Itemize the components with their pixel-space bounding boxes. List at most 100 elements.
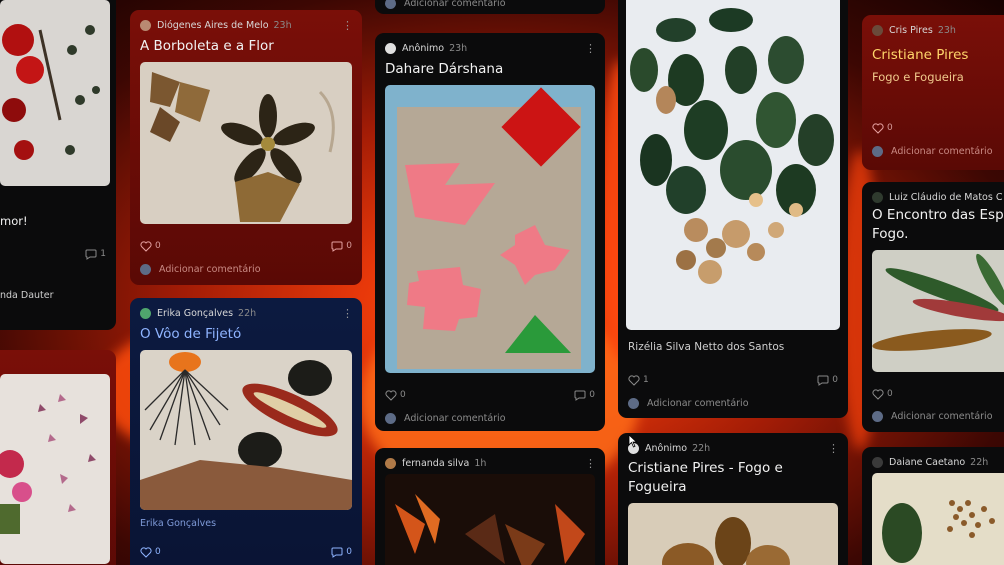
post-card[interactable]: Erika Gonçalves 22h ⋮ O Vôo de Fijetó Er… bbox=[130, 298, 362, 565]
comment-icon[interactable] bbox=[85, 249, 97, 260]
post-card[interactable]: Diógenes Aires de Melo 23h ⋮ A Borboleta… bbox=[130, 10, 362, 285]
post-card[interactable]: Anônimo 22h ⋮ Cristiane Pires - Fogo e F… bbox=[618, 433, 848, 565]
post-caption: Erika Gonçalves bbox=[140, 518, 217, 529]
add-comment-label[interactable]: Adicionar comentário bbox=[891, 146, 993, 157]
like-count: 0 bbox=[887, 389, 893, 399]
post-card[interactable]: fernanda silva 1h ⋮ bbox=[375, 448, 605, 565]
add-comment-label[interactable]: Adicionar comentário bbox=[159, 264, 261, 275]
post-stats: 0 bbox=[872, 386, 1004, 402]
post-card[interactable]: Luiz Cláudio de Matos C O Encontro das E… bbox=[862, 182, 1004, 432]
post-snippet: mor! bbox=[0, 214, 28, 228]
feather-leaf-artwork bbox=[140, 352, 352, 510]
author-name[interactable]: fernanda silva bbox=[402, 458, 469, 469]
post-time: 23h bbox=[273, 19, 292, 31]
add-comment-row[interactable]: Adicionar comentário bbox=[140, 261, 352, 277]
author-name[interactable]: Erika Gonçalves bbox=[157, 308, 233, 319]
add-comment-label[interactable]: Adicionar comentário bbox=[647, 398, 749, 409]
add-comment-label[interactable]: Adicionar comentário bbox=[404, 413, 506, 424]
post-image bbox=[626, 0, 840, 330]
flower-artwork bbox=[2, 24, 100, 160]
like-count: 0 bbox=[400, 390, 406, 400]
post-title: Cristiane Pires bbox=[872, 47, 969, 63]
avatar[interactable] bbox=[872, 24, 883, 36]
post-header: Diógenes Aires de Melo 23h ⋮ bbox=[140, 16, 353, 34]
comment-count: 1 bbox=[100, 249, 106, 259]
avatar[interactable] bbox=[140, 307, 151, 319]
author-name[interactable]: Daiane Caetano bbox=[889, 457, 965, 468]
author-name[interactable]: Diógenes Aires de Melo bbox=[157, 20, 269, 31]
post-subtitle: Fogo e Fogueira bbox=[872, 70, 964, 84]
avatar[interactable] bbox=[872, 456, 883, 468]
avatar bbox=[872, 145, 883, 157]
more-icon[interactable]: ⋮ bbox=[828, 442, 839, 455]
post-title: A Borboleta e a Flor bbox=[140, 38, 274, 54]
avatar bbox=[385, 412, 396, 424]
add-comment-row[interactable]: Adicionar comentário bbox=[872, 408, 1004, 424]
author-name[interactable]: Luiz Cláudio de Matos C bbox=[889, 192, 1002, 203]
post-card[interactable]: Cris Pires 23h Cristiane Pires Fogo e Fo… bbox=[862, 15, 1004, 170]
add-comment-row[interactable]: Adicionar comentário bbox=[872, 143, 1004, 159]
heart-icon[interactable] bbox=[872, 388, 884, 400]
like-count: 0 bbox=[155, 547, 161, 557]
avatar bbox=[872, 410, 883, 422]
post-header: fernanda silva 1h ⋮ bbox=[385, 454, 596, 472]
author-name[interactable]: Cris Pires bbox=[889, 25, 933, 36]
add-comment-row[interactable]: Adicionar comentário bbox=[628, 395, 838, 411]
post-card[interactable]: Daiane Caetano 22h bbox=[862, 447, 1004, 565]
avatar[interactable] bbox=[385, 457, 396, 469]
comment-icon[interactable] bbox=[331, 241, 343, 252]
comment-count: 0 bbox=[346, 547, 352, 557]
post-time: 23h bbox=[449, 42, 468, 54]
avatar bbox=[385, 0, 396, 9]
post-image bbox=[628, 503, 838, 565]
post-image bbox=[385, 474, 595, 565]
post-header: Cris Pires 23h bbox=[872, 21, 1004, 39]
post-author: nda Dauter bbox=[0, 290, 54, 301]
post-time: 22h bbox=[238, 307, 257, 319]
heart-icon[interactable] bbox=[628, 374, 640, 386]
post-image bbox=[140, 350, 352, 510]
add-comment-row[interactable]: Adicionar comentário bbox=[385, 0, 595, 11]
add-comment-label[interactable]: Adicionar comentário bbox=[404, 0, 506, 9]
heart-icon[interactable] bbox=[140, 240, 152, 252]
heart-icon[interactable] bbox=[872, 122, 884, 134]
fire-artwork bbox=[395, 494, 585, 565]
post-card[interactable]: Rizélia Silva Netto dos Santos 1 0 Adici… bbox=[618, 0, 848, 418]
avatar[interactable] bbox=[385, 42, 396, 54]
butterfly-flower-artwork bbox=[150, 72, 335, 222]
add-comment-row[interactable]: Adicionar comentário bbox=[385, 410, 595, 426]
comment-icon[interactable] bbox=[817, 375, 829, 386]
collage-artwork bbox=[0, 394, 96, 534]
leaves-seeds-artwork bbox=[630, 8, 834, 284]
like-count: 1 bbox=[643, 375, 649, 385]
heart-icon[interactable] bbox=[385, 389, 397, 401]
paper-shapes-artwork bbox=[397, 87, 581, 369]
comment-count: 0 bbox=[346, 241, 352, 251]
author-name[interactable]: Anônimo bbox=[402, 43, 444, 54]
comment-icon[interactable] bbox=[574, 390, 586, 401]
comment-icon[interactable] bbox=[331, 547, 343, 558]
author-name[interactable]: Anônimo bbox=[645, 443, 687, 454]
more-icon[interactable]: ⋮ bbox=[585, 42, 596, 55]
avatar[interactable] bbox=[872, 191, 883, 203]
add-comment-label[interactable]: Adicionar comentário bbox=[891, 411, 993, 422]
post-title: O Vôo de Fijetó bbox=[140, 326, 242, 342]
like-count: 0 bbox=[155, 241, 161, 251]
post-header: Anônimo 23h ⋮ bbox=[385, 39, 596, 57]
post-card[interactable]: Adicionar comentário bbox=[375, 0, 605, 14]
like-count: 0 bbox=[887, 123, 893, 133]
post-image bbox=[385, 85, 595, 373]
avatar[interactable] bbox=[140, 19, 151, 31]
post-card[interactable] bbox=[0, 350, 116, 565]
mouse-cursor-icon bbox=[628, 434, 638, 448]
post-time: 23h bbox=[937, 24, 956, 36]
more-icon[interactable]: ⋮ bbox=[342, 307, 353, 320]
post-title: O Encontro das Espa Fogo. bbox=[872, 207, 1004, 242]
more-icon[interactable]: ⋮ bbox=[342, 19, 353, 32]
more-icon[interactable]: ⋮ bbox=[585, 457, 596, 470]
heart-icon[interactable] bbox=[140, 546, 152, 558]
post-stats: 0 0 bbox=[140, 544, 352, 560]
post-header: Erika Gonçalves 22h ⋮ bbox=[140, 304, 353, 322]
post-card[interactable]: Anônimo 23h ⋮ Dahare Dárshana 0 0 Adicio… bbox=[375, 33, 605, 431]
post-card[interactable]: mor! 1 nda Dauter bbox=[0, 0, 116, 330]
